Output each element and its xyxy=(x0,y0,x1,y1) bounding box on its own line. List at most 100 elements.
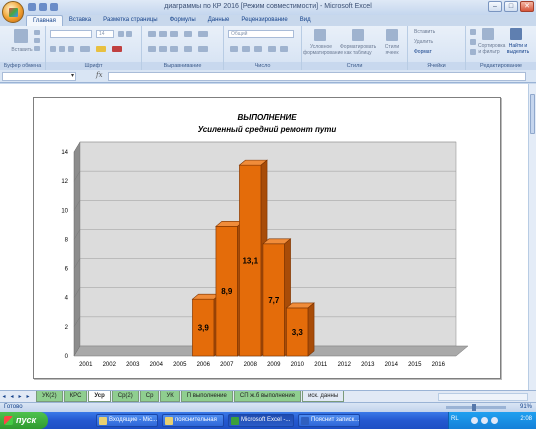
sheet-tab[interactable]: иск. данны xyxy=(302,391,345,402)
font-size-field[interactable]: 14 xyxy=(96,30,114,38)
zoom-slider[interactable] xyxy=(446,404,506,411)
comma-icon[interactable] xyxy=(254,46,262,52)
cut-icon[interactable] xyxy=(34,30,40,35)
prev-sheet-icon[interactable]: ◂ xyxy=(8,392,16,402)
scroll-thumb[interactable] xyxy=(530,94,535,134)
sheet-tab[interactable]: Ср(2) xyxy=(111,391,139,402)
font-color-icon[interactable] xyxy=(112,46,122,52)
decrease-decimal-icon[interactable] xyxy=(280,46,288,52)
group-label-editing: Редактирование xyxy=(466,62,536,70)
insert-cells-button[interactable]: Вставить xyxy=(414,29,460,35)
close-button[interactable]: ✕ xyxy=(520,1,534,12)
sheet-tab-active[interactable]: Уср xyxy=(88,391,111,402)
x-tick-label: 2003 xyxy=(126,362,140,368)
data-label: 8,9 xyxy=(221,287,233,296)
fill-color-icon[interactable] xyxy=(96,46,106,52)
chevron-down-icon[interactable]: ▾ xyxy=(71,73,74,80)
tab-page-layout[interactable]: Разметка страницы xyxy=(97,15,163,26)
tab-view[interactable]: Вид xyxy=(294,15,317,26)
language-indicator[interactable]: RL xyxy=(451,416,459,422)
copy-icon[interactable] xyxy=(34,38,40,43)
fill-icon[interactable] xyxy=(470,39,476,45)
taskbar-item[interactable]: Пояснит записк... xyxy=(298,414,360,427)
increase-decimal-icon[interactable] xyxy=(268,46,276,52)
zoom-level[interactable]: 91% xyxy=(520,404,532,410)
align-bottom-icon[interactable] xyxy=(170,31,178,37)
paste-icon[interactable] xyxy=(14,29,28,43)
currency-icon[interactable] xyxy=(230,46,238,52)
wrap-text-icon[interactable] xyxy=(198,31,208,37)
horizontal-scrollbar[interactable] xyxy=(438,393,528,401)
sheet-tab[interactable]: П выполнение xyxy=(180,391,233,402)
format-painter-icon[interactable] xyxy=(34,46,40,51)
name-box[interactable]: ▾ xyxy=(2,72,76,81)
grow-font-icon[interactable] xyxy=(118,31,124,37)
bar-side xyxy=(307,302,315,357)
last-sheet-icon[interactable]: ▸ xyxy=(24,392,32,402)
italic-icon[interactable] xyxy=(59,46,65,52)
formula-input[interactable] xyxy=(108,72,526,81)
volume-icon[interactable] xyxy=(481,417,488,424)
font-name-field[interactable] xyxy=(50,30,92,38)
conditional-format-icon[interactable] xyxy=(314,29,326,41)
taskbar-item[interactable]: Входящие - Mic... xyxy=(96,414,158,427)
number-format-field[interactable]: Общий xyxy=(228,30,294,38)
sheet-tab[interactable]: УК(2) xyxy=(36,391,63,402)
underline-icon[interactable] xyxy=(68,46,74,52)
find-binoculars-icon[interactable] xyxy=(510,28,522,40)
bold-icon[interactable] xyxy=(50,46,56,52)
taskbar-item-active[interactable]: Microsoft Excel -... xyxy=(228,414,294,427)
align-right-icon[interactable] xyxy=(170,46,178,52)
vertical-scrollbar[interactable] xyxy=(528,84,536,390)
clear-icon[interactable] xyxy=(470,49,476,55)
merge-center-icon[interactable] xyxy=(198,46,208,52)
autosum-icon[interactable] xyxy=(470,29,476,35)
delete-cells-button[interactable]: Удалить xyxy=(414,39,460,45)
taskbar-item[interactable]: пояснительная xyxy=(162,414,224,427)
orientation-icon[interactable] xyxy=(184,31,192,37)
tab-insert[interactable]: Вставка xyxy=(63,15,97,26)
insert-function-button[interactable]: fx xyxy=(96,71,103,79)
group-label-font: Шрифт xyxy=(46,62,141,70)
antivirus-icon[interactable] xyxy=(491,417,498,424)
format-table-icon[interactable] xyxy=(352,29,364,41)
format-table-button[interactable]: Форматировать как таблицу xyxy=(340,44,376,56)
maximize-button[interactable]: □ xyxy=(504,1,518,12)
data-label: 13,1 xyxy=(242,257,258,266)
tab-review[interactable]: Рецензирование xyxy=(235,15,293,26)
shrink-font-icon[interactable] xyxy=(126,31,132,37)
tab-home[interactable]: Главная xyxy=(26,15,63,26)
align-left-icon[interactable] xyxy=(148,46,156,52)
minimize-button[interactable]: – xyxy=(488,1,502,12)
word-icon xyxy=(301,417,309,425)
tab-data[interactable]: Данные xyxy=(202,15,236,26)
y-tick-label: 2 xyxy=(65,325,69,331)
align-center-icon[interactable] xyxy=(159,46,167,52)
cell-styles-icon[interactable] xyxy=(386,29,398,41)
cell-styles-button[interactable]: Стили ячеек xyxy=(378,44,406,56)
first-sheet-icon[interactable]: ◂ xyxy=(0,392,8,402)
percent-icon[interactable] xyxy=(242,46,250,52)
zoom-knob[interactable] xyxy=(472,404,476,411)
find-select-button[interactable]: Найти и выделить xyxy=(502,43,534,55)
office-button[interactable] xyxy=(2,1,24,23)
start-button[interactable]: пуск xyxy=(0,412,48,429)
align-top-icon[interactable] xyxy=(148,31,156,37)
sort-filter-button[interactable]: Сортировка и фильтр xyxy=(478,43,505,55)
format-cells-button[interactable]: Формат xyxy=(414,49,460,55)
sheet-tab[interactable]: УК xyxy=(160,391,180,402)
align-middle-icon[interactable] xyxy=(159,31,167,37)
sheet-tab[interactable]: Ср xyxy=(139,391,160,402)
sheet-tab[interactable]: СП ж.б выполнение xyxy=(233,391,302,402)
chart[interactable]: 0 2 4 6 8 10 12 14 2001 2002 2003 2004 2005 3,9 2006 8,… xyxy=(33,97,501,379)
next-sheet-icon[interactable]: ▸ xyxy=(16,392,24,402)
group-editing: Сортировка и фильтр Найти и выделить Ред… xyxy=(466,26,536,70)
network-icon[interactable] xyxy=(471,417,478,424)
sort-filter-icon[interactable] xyxy=(482,28,494,40)
tab-formulas[interactable]: Формулы xyxy=(164,15,202,26)
borders-icon[interactable] xyxy=(80,46,90,52)
sheet-tab[interactable]: КРС xyxy=(63,391,88,402)
conditional-format-button[interactable]: Условное форматирование xyxy=(303,44,343,56)
indent-icon[interactable] xyxy=(184,46,192,52)
x-tick-label: 2008 xyxy=(244,362,258,368)
